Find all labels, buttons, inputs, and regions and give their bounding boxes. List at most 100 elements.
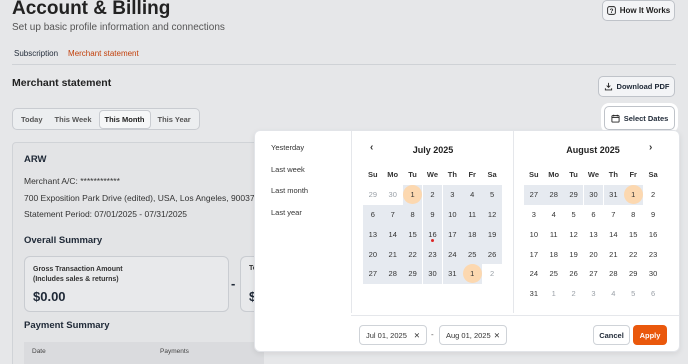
day-cell[interactable]: 9 [422, 204, 443, 225]
filter-this-month[interactable]: This Month [98, 109, 151, 129]
day-cell-selected[interactable]: 1 [462, 263, 483, 284]
day-cell[interactable]: 3 [442, 184, 463, 205]
day-cell[interactable]: 27 [363, 263, 383, 284]
day-cell[interactable]: 6 [643, 284, 663, 304]
day-cell[interactable]: 3 [524, 205, 544, 225]
cancel-button[interactable]: Cancel [593, 325, 630, 345]
day-cell[interactable]: 31 [524, 284, 544, 304]
start-date-input[interactable]: Jul 01, 2025 ✕ [359, 325, 427, 345]
day-cell[interactable]: 24 [442, 244, 463, 264]
day-cell[interactable]: 18 [462, 224, 483, 245]
day-cell[interactable]: 12 [564, 224, 584, 244]
day-cell[interactable]: 29 [563, 184, 584, 205]
day-cell[interactable]: 28 [604, 264, 624, 284]
preset-yesterday[interactable]: Yesterday [271, 143, 308, 165]
day-cell[interactable]: 28 [543, 184, 564, 205]
day-cell-selected[interactable]: 1 [402, 184, 423, 205]
day-cell[interactable]: 29 [363, 185, 383, 205]
preset-last-month[interactable]: Last month [271, 186, 308, 208]
day-cell[interactable]: 24 [524, 264, 544, 284]
day-cell[interactable]: 6 [363, 204, 383, 225]
filter-this-year[interactable]: This Year [153, 111, 196, 128]
day-cell[interactable]: 5 [623, 284, 643, 304]
day-cell[interactable]: 5 [482, 184, 502, 205]
day-cell[interactable]: 4 [462, 184, 483, 205]
day-cell[interactable]: 30 [422, 263, 443, 284]
day-cell[interactable]: 13 [584, 224, 604, 244]
how-it-works-button[interactable]: ? How It Works [602, 0, 675, 21]
day-cell[interactable]: 25 [462, 244, 483, 264]
weekday-label: Tu [408, 170, 417, 180]
day-cell[interactable]: 3 [584, 284, 604, 304]
preset-last-year[interactable]: Last year [271, 208, 308, 230]
day-cell[interactable]: 20 [584, 244, 604, 264]
day-cell[interactable]: 8 [623, 205, 643, 225]
day-cell[interactable]: 13 [363, 224, 383, 245]
day-cell[interactable]: 17 [524, 244, 544, 264]
next-month-icon[interactable]: › [649, 142, 652, 153]
day-cell[interactable]: 26 [564, 264, 584, 284]
day-cell[interactable]: 11 [462, 204, 483, 225]
day-cell[interactable]: 26 [482, 244, 502, 264]
day-cell[interactable]: 14 [604, 224, 624, 244]
day-cell[interactable]: 21 [604, 244, 624, 264]
day-cell[interactable]: 16 [643, 224, 663, 244]
select-dates-button[interactable]: Select Dates [604, 106, 675, 130]
day-cell[interactable]: 31 [442, 263, 463, 284]
day-cell[interactable]: 23 [643, 244, 663, 264]
filter-today[interactable]: Today [16, 111, 48, 128]
day-cell[interactable]: 30 [583, 184, 604, 205]
day-cell[interactable]: 31 [603, 184, 624, 205]
clear-start-icon[interactable]: ✕ [414, 331, 420, 340]
day-cell[interactable]: 2 [564, 284, 584, 304]
day-cell[interactable]: 11 [544, 224, 564, 244]
day-cell[interactable]: 20 [363, 244, 383, 264]
day-cell[interactable]: 23 [422, 244, 443, 264]
day-cell[interactable]: 2 [422, 184, 443, 205]
day-cell[interactable]: 2 [482, 264, 502, 284]
apply-button[interactable]: Apply [633, 325, 667, 345]
day-cell[interactable]: 7 [382, 204, 403, 225]
weekday-label: Su [529, 170, 539, 180]
day-cell[interactable]: 10 [442, 204, 463, 225]
day-cell[interactable]: 16 [422, 224, 443, 245]
day-cell[interactable]: 27 [584, 264, 604, 284]
day-cell[interactable]: 17 [442, 224, 463, 245]
day-cell[interactable]: 18 [544, 244, 564, 264]
day-cell[interactable]: 2 [643, 185, 663, 205]
day-cell[interactable]: 22 [402, 244, 423, 264]
day-cell[interactable]: 8 [402, 204, 423, 225]
day-cell[interactable]: 4 [604, 284, 624, 304]
day-cell[interactable]: 1 [544, 284, 564, 304]
day-cell[interactable]: 5 [564, 205, 584, 225]
filter-this-week[interactable]: This Week [50, 111, 97, 128]
day-cell[interactable]: 27 [524, 184, 544, 205]
day-cell[interactable]: 19 [564, 244, 584, 264]
clear-end-icon[interactable]: ✕ [494, 331, 500, 340]
day-cell[interactable]: 10 [524, 224, 544, 244]
day-cell[interactable]: 6 [584, 205, 604, 225]
week-row: 13 14 15 16 17 18 19 [363, 224, 523, 245]
preset-last-week[interactable]: Last week [271, 165, 308, 187]
tab-subscription[interactable]: Subscription [14, 49, 58, 65]
day-cell[interactable]: 22 [623, 244, 643, 264]
day-cell[interactable]: 28 [382, 263, 403, 284]
day-cell-selected[interactable]: 1 [623, 184, 644, 205]
day-cell[interactable]: 15 [402, 224, 423, 245]
tab-merchant-statement[interactable]: Merchant statement [68, 49, 139, 65]
day-cell[interactable]: 30 [643, 264, 663, 284]
day-cell[interactable]: 9 [643, 205, 663, 225]
day-cell[interactable]: 30 [383, 185, 403, 205]
day-cell[interactable]: 12 [482, 204, 502, 225]
download-pdf-button[interactable]: Download PDF [598, 76, 675, 97]
day-cell[interactable]: 19 [482, 224, 502, 245]
day-cell[interactable]: 14 [382, 224, 403, 245]
day-cell[interactable]: 29 [623, 264, 643, 284]
end-date-input[interactable]: Aug 01, 2025 ✕ [439, 325, 507, 345]
day-cell[interactable]: 29 [402, 263, 423, 284]
day-cell[interactable]: 21 [382, 244, 403, 264]
day-cell[interactable]: 25 [544, 264, 564, 284]
day-cell[interactable]: 15 [623, 224, 643, 244]
day-cell[interactable]: 7 [604, 205, 624, 225]
day-cell[interactable]: 4 [544, 205, 564, 225]
